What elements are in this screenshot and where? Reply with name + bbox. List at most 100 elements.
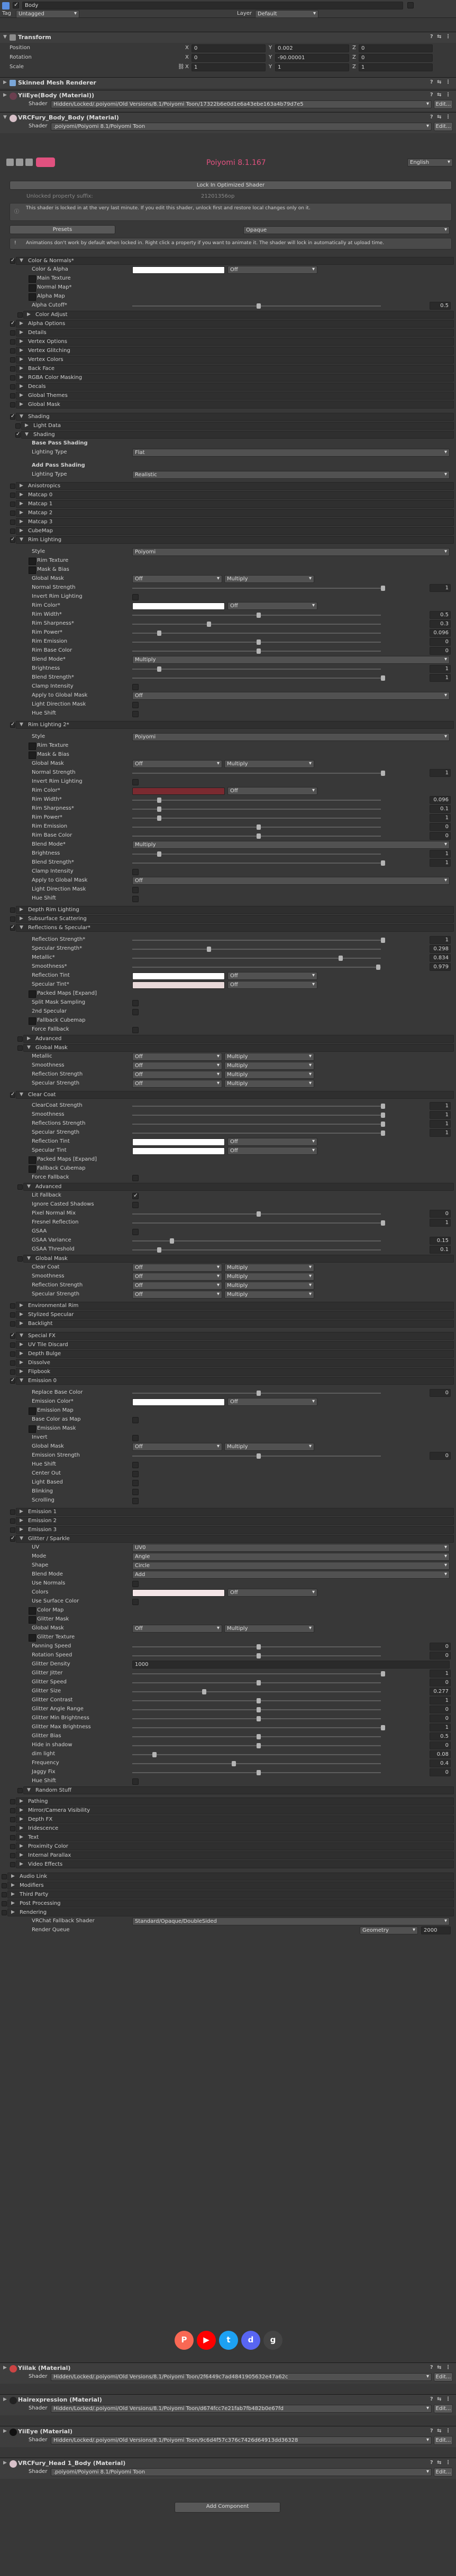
dropdown[interactable]: Off: [132, 1273, 222, 1281]
number-field[interactable]: 0: [430, 832, 451, 840]
dropdown[interactable]: Multiply: [132, 841, 450, 849]
section-post_processing[interactable]: ▶ Post Processing: [2, 1899, 454, 1907]
dropdown[interactable]: Multiply: [224, 1264, 314, 1272]
section-toggle-checkbox[interactable]: [10, 1351, 15, 1357]
text-field[interactable]: 1000: [132, 1661, 450, 1669]
dropdown[interactable]: Off: [132, 575, 222, 583]
slider-knob[interactable]: [257, 613, 261, 618]
checkbox[interactable]: [132, 1462, 139, 1468]
section-toggle-checkbox[interactable]: [17, 1184, 23, 1190]
slider-track[interactable]: [132, 1133, 381, 1134]
dropdown[interactable]: Off: [132, 1291, 222, 1299]
number-field[interactable]: 0: [430, 638, 451, 646]
section-video[interactable]: ▶ Video Effects: [10, 1860, 454, 1868]
slider-knob[interactable]: [381, 1122, 385, 1127]
section-color_normals[interactable]: ▼ Color & Normals*: [10, 257, 454, 265]
scale-z[interactable]: 1: [359, 63, 433, 71]
slider-knob[interactable]: [376, 965, 380, 970]
slider-track[interactable]: [132, 1222, 381, 1224]
slider-track[interactable]: [132, 1727, 381, 1728]
dropdown[interactable]: Off: [132, 760, 222, 768]
slider-knob[interactable]: [157, 807, 161, 812]
section-vertex_colors[interactable]: ▶ Vertex Colors: [10, 356, 454, 364]
slider-knob[interactable]: [257, 648, 261, 654]
slider-knob[interactable]: [381, 1113, 385, 1118]
section-toggle-checkbox[interactable]: [10, 330, 15, 336]
dropdown[interactable]: Multiply: [224, 1273, 314, 1281]
number-field[interactable]: 0.096: [430, 629, 451, 637]
search-icon[interactable]: [25, 159, 33, 166]
slider-knob[interactable]: [381, 771, 385, 776]
number-field[interactable]: 0.1: [430, 805, 451, 813]
section-toggle-checkbox[interactable]: [17, 1788, 23, 1793]
slider-track[interactable]: [132, 854, 381, 855]
scale-x[interactable]: 1: [191, 63, 266, 71]
slider-knob[interactable]: [381, 1671, 385, 1676]
checkbox[interactable]: [132, 1471, 139, 1477]
number-field[interactable]: 1: [430, 769, 451, 777]
texture-slot[interactable]: [29, 293, 36, 301]
youtube-icon[interactable]: ▶: [197, 2331, 216, 2350]
number-field[interactable]: 1: [430, 936, 451, 944]
section-flipbook[interactable]: ▶ Flipbook: [10, 1368, 454, 1376]
checkbox[interactable]: [132, 1009, 139, 1015]
dropdown[interactable]: Off: [227, 1589, 317, 1597]
section-toggle-checkbox[interactable]: [10, 520, 15, 525]
section-global_mask[interactable]: ▶ Global Mask: [10, 401, 454, 409]
slider-track[interactable]: [132, 800, 381, 801]
section-toggle-checkbox[interactable]: [2, 1901, 7, 1906]
slider-knob[interactable]: [257, 1653, 261, 1658]
number-field[interactable]: 0: [430, 1706, 451, 1713]
number-field[interactable]: 1: [430, 1102, 451, 1110]
section-toggle-checkbox[interactable]: [10, 1360, 15, 1366]
texture-slot[interactable]: [29, 558, 36, 565]
number-field[interactable]: 1: [430, 665, 451, 673]
section-toggle-checkbox[interactable]: [10, 375, 15, 381]
slider-knob[interactable]: [157, 816, 161, 821]
texture-slot[interactable]: [29, 990, 36, 998]
transform-component[interactable]: ▼ Transform ? ⇆ ⋮: [0, 32, 456, 43]
section-toggle-checkbox[interactable]: [10, 529, 15, 534]
dropdown[interactable]: Off: [132, 1071, 222, 1079]
dropdown[interactable]: Off: [132, 877, 450, 885]
section-advanced[interactable]: ▼ Advanced: [17, 1183, 454, 1191]
section-global_themes[interactable]: ▶ Global Themes: [10, 392, 454, 400]
texture-slot[interactable]: [29, 284, 36, 292]
slider-knob[interactable]: [257, 1644, 261, 1650]
slider-track[interactable]: [132, 669, 381, 670]
suffix-field[interactable]: 21201356op: [201, 193, 234, 199]
section-toggle-checkbox[interactable]: [10, 1835, 15, 1840]
slider-knob[interactable]: [381, 1220, 385, 1226]
number-field[interactable]: 0: [430, 1679, 451, 1687]
number-field[interactable]: 0.1: [430, 1246, 451, 1254]
slider-knob[interactable]: [339, 956, 343, 961]
material-yiieye[interactable]: ▶ YiiEye (Material)? ⇆ ⋮ Shader Hidden/L…: [0, 2426, 456, 2447]
dropdown[interactable]: Poiyomi: [132, 548, 450, 556]
dropdown[interactable]: Add: [132, 1571, 450, 1579]
dropdown[interactable]: Multiply: [224, 1080, 314, 1088]
section-emission2[interactable]: ▶ Emission 2: [10, 1517, 454, 1525]
number-field[interactable]: 0: [430, 1768, 451, 1776]
slider-knob[interactable]: [170, 1238, 174, 1244]
section-env_rim[interactable]: ▶ Environmental Rim: [10, 1302, 454, 1310]
section-toggle-checkbox[interactable]: [10, 1799, 15, 1804]
section-text[interactable]: ▶ Text: [10, 1833, 454, 1841]
texture-slot[interactable]: [29, 567, 36, 574]
github-icon[interactable]: g: [263, 2331, 282, 2350]
slider-track[interactable]: [132, 1673, 381, 1674]
texture-slot[interactable]: [29, 1616, 36, 1624]
section-toggle-checkbox[interactable]: [17, 1045, 23, 1051]
dropdown[interactable]: Multiply: [224, 1071, 314, 1079]
section-internal_parallax[interactable]: ▶ Internal Parallax: [10, 1851, 454, 1859]
number-field[interactable]: 1: [430, 850, 451, 858]
section-audio_link[interactable]: ▶ Audio Link: [2, 1873, 454, 1880]
presets-button[interactable]: Presets: [10, 225, 115, 234]
section-toggle-checkbox[interactable]: [10, 339, 15, 345]
language-dropdown[interactable]: English: [407, 159, 453, 166]
skinned-mesh-renderer-component[interactable]: ▶ Skinned Mesh Renderer ? ⇆ ⋮: [0, 77, 456, 88]
checkbox[interactable]: [132, 684, 139, 690]
section-toggle-checkbox[interactable]: [10, 916, 15, 922]
number-field[interactable]: 0.4: [430, 1759, 451, 1767]
dropdown[interactable]: Multiply: [224, 1062, 314, 1070]
texture-slot[interactable]: [29, 1156, 36, 1164]
